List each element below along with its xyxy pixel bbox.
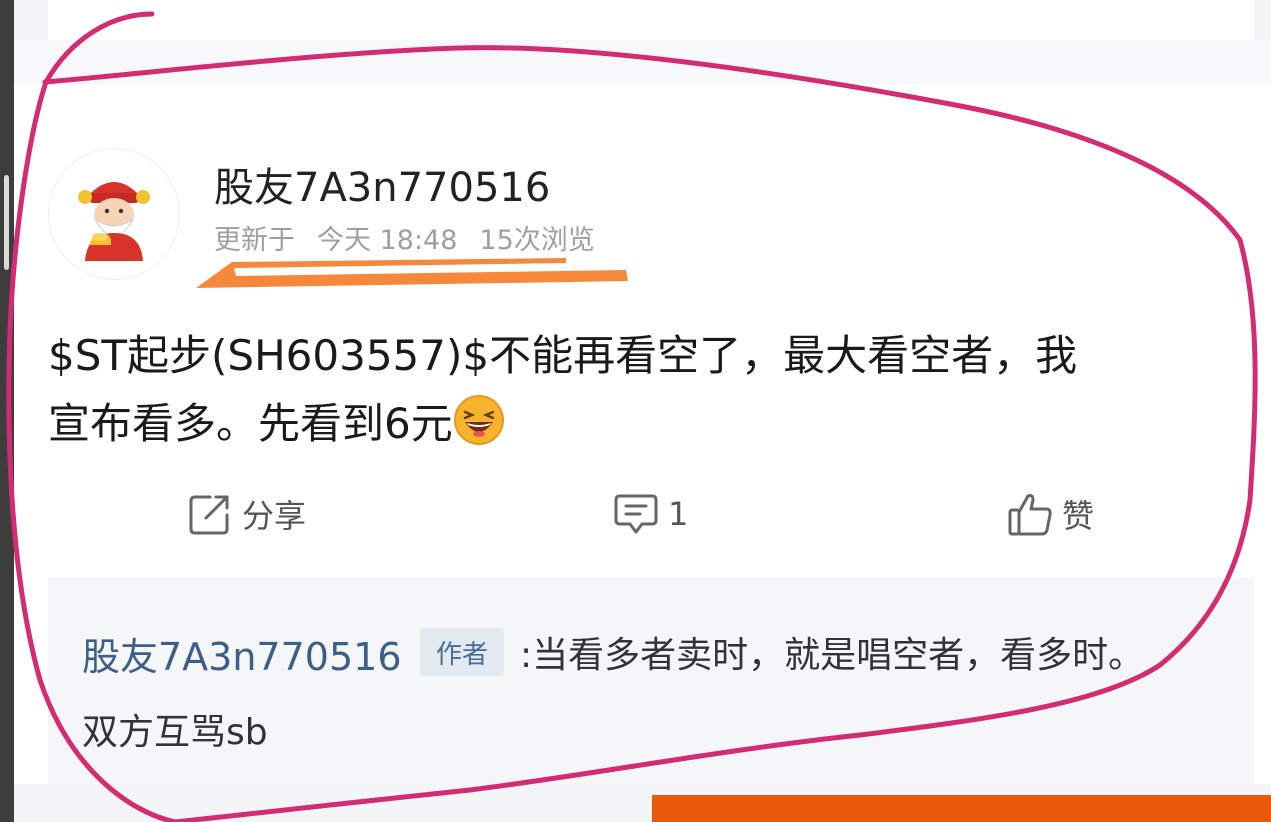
comment-text: :当看多者卖时，就是唱空者，看多时。 — [520, 635, 1145, 676]
like-label: 赞 — [1062, 497, 1095, 535]
comment-count: 1 — [668, 495, 689, 533]
comment-icon — [614, 494, 658, 534]
post-author-name[interactable]: 股友7A3n770516 — [214, 155, 550, 213]
post-body: $ST起步(SH603557)$不能再看空了，最大看空者，我 宣布看多。先看到6… — [48, 322, 1228, 458]
share-label: 分享 — [242, 497, 307, 535]
updated-label: 更新于 — [214, 225, 295, 256]
post-text-line-2: 宣布看多。先看到6元 — [48, 390, 1228, 458]
thumbs-up-icon — [1008, 494, 1052, 536]
left-edge-bar — [0, 0, 14, 822]
comment-text-line-2: 双方互骂sb — [82, 712, 268, 753]
updated-time: 今天 18:48 — [317, 225, 458, 256]
share-button[interactable]: 分享 — [186, 490, 306, 538]
card-separator — [14, 40, 1271, 84]
author-avatar[interactable] — [48, 148, 180, 280]
laughing-face-icon — [453, 395, 504, 445]
fortune-god-avatar-icon — [50, 150, 178, 278]
share-icon — [189, 495, 229, 535]
previous-card — [48, 0, 1254, 40]
like-button[interactable]: 赞 — [1006, 490, 1094, 538]
post-text-line: $ST起步(SH603557)$不能再看空了，最大看空者，我 — [48, 331, 1078, 380]
view-count: 15次浏览 — [479, 225, 595, 256]
author-badge: 作者 — [420, 628, 504, 676]
comment-author[interactable]: 股友7A3n770516 — [82, 626, 402, 681]
post-text-line-content: 宣布看多。先看到6元 — [48, 399, 453, 448]
post-meta: 更新于 今天 18:48 15次浏览 — [214, 218, 617, 257]
bottom-orange-bar — [652, 795, 1271, 822]
edge-handle — [4, 175, 9, 270]
comment-button[interactable]: 1 — [612, 490, 688, 538]
